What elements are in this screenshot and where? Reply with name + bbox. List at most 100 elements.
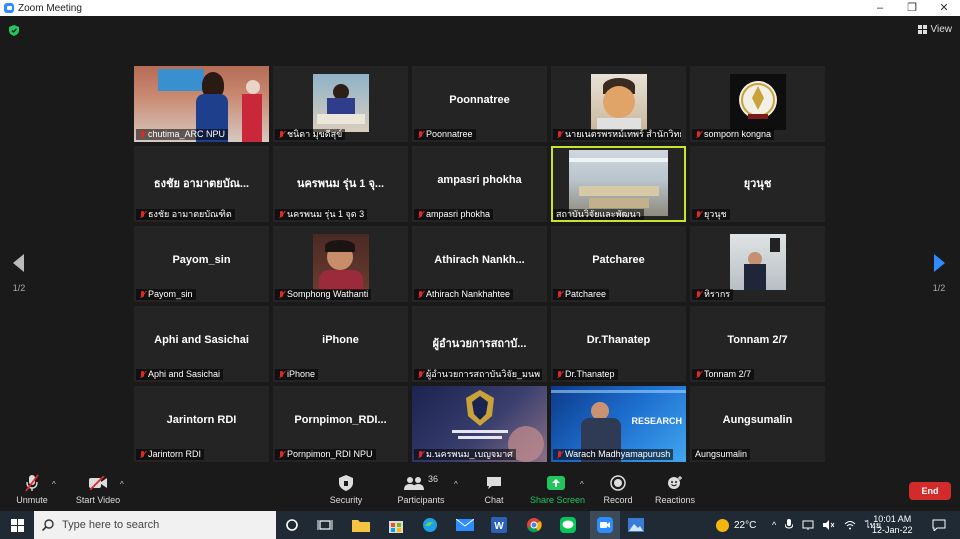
muted-mic-icon: [556, 290, 563, 299]
participant-tile[interactable]: ผู้อำนวยการสถาบั... ผู้อำนวยการสถาบันวิจ…: [412, 306, 547, 382]
grid-view-icon: [917, 25, 927, 34]
unmute-button[interactable]: Unmute: [14, 474, 50, 505]
chrome-app[interactable]: [524, 515, 544, 535]
crest-icon: [466, 390, 494, 426]
video-options-caret-icon[interactable]: ^: [120, 480, 124, 489]
participant-display-name: ผู้อำนวยการสถาบั...: [432, 338, 527, 350]
share-screen-button[interactable]: Share Screen: [530, 474, 585, 505]
task-view-icon: [317, 520, 333, 530]
taskbar-search-box[interactable]: Type here to search: [34, 511, 276, 539]
participant-display-name: Dr.Thanatep: [586, 334, 651, 346]
participant-display-name: ธงชัย อามาตยบัณ...: [153, 178, 250, 190]
weather-widget[interactable]: 22°C: [716, 511, 756, 539]
participant-tile[interactable]: Athirach Nankh... Athirach Nankhahtee: [412, 226, 547, 302]
view-button[interactable]: View: [917, 24, 952, 35]
participant-tile[interactable]: Poonnatree Poonnatree: [412, 66, 547, 142]
participant-tile[interactable]: Aphi and Sasichai Aphi and Sasichai: [134, 306, 269, 382]
edge-app[interactable]: [420, 515, 440, 535]
edge-browser-icon: [423, 518, 437, 532]
participant-tile[interactable]: chutima_ARC NPU: [134, 66, 269, 142]
active-speaker-tile[interactable]: สถาบันวิจัยและพัฒนา: [551, 146, 686, 222]
clock[interactable]: 10:01 AM 12-Jan-22: [872, 511, 913, 539]
chevron-right-icon: [934, 254, 945, 272]
security-button[interactable]: Security: [326, 474, 366, 505]
task-view-button[interactable]: [315, 515, 335, 535]
svg-text:W: W: [494, 521, 504, 532]
participant-tile[interactable]: Somphong Wathanti: [273, 226, 408, 302]
participant-label: Warach Madhyamapurush: [553, 449, 674, 460]
prev-page-button[interactable]: 1/2: [7, 254, 31, 293]
muted-mic-icon: [695, 290, 702, 299]
participant-tile[interactable]: ampasri phokha ampasri phokha: [412, 146, 547, 222]
participants-caret-icon[interactable]: ^: [454, 480, 458, 489]
participant-tile[interactable]: Patcharee Patcharee: [551, 226, 686, 302]
video-desk: [313, 74, 369, 132]
meeting-toolbar: Unmute ^ Start Video ^ Security 36 Parti…: [0, 470, 960, 511]
video-speaker: [730, 234, 786, 290]
tray-microphone-icon[interactable]: [785, 519, 794, 531]
participant-display-name: Athirach Nankh...: [434, 254, 525, 266]
participant-tile[interactable]: นครพนม รุ่น 1 จุ... นครพนม รุ่น 1 จุด 3: [273, 146, 408, 222]
muted-mic-icon: [139, 210, 146, 219]
temperature-text: 22°C: [734, 519, 757, 531]
start-video-button[interactable]: Start Video: [74, 474, 122, 505]
encryption-shield-icon[interactable]: [9, 25, 19, 36]
participant-tile[interactable]: Pornpimon_RDI... Pornpimon_RDI NPU: [273, 386, 408, 462]
file-explorer-app[interactable]: [351, 515, 371, 535]
participant-tile[interactable]: somporn kongna: [690, 66, 825, 142]
store-app[interactable]: [386, 515, 406, 535]
participants-icon: [403, 477, 424, 490]
mail-app[interactable]: [455, 515, 475, 535]
participant-tile[interactable]: Jarintorn RDI Jarintorn RDI: [134, 386, 269, 462]
muted-mic-icon: [139, 290, 146, 299]
participant-tile[interactable]: Payom_sin Payom_sin: [134, 226, 269, 302]
muted-mic-icon: [695, 210, 702, 219]
show-hidden-icons-caret-icon[interactable]: ^: [772, 520, 776, 530]
participant-tile[interactable]: ชนิดา มุขดีสุข์: [273, 66, 408, 142]
participant-tile[interactable]: ธงชัย อามาตยบัณ... ธงชัย อามาตยบัณฑิต: [134, 146, 269, 222]
participant-label: Patcharee: [553, 289, 610, 300]
windows-taskbar: Type here to search W 22°C ^ ไทย 10:01 A…: [0, 511, 960, 539]
speaker-muted-icon[interactable]: [823, 520, 835, 530]
muted-mic-icon: [556, 130, 563, 139]
word-app[interactable]: W: [489, 515, 509, 535]
line-app[interactable]: [558, 515, 578, 535]
participant-tile[interactable]: ยุวนุช ยุวนุช: [690, 146, 825, 222]
participant-tile[interactable]: Tonnam 2/7 Tonnam 2/7: [690, 306, 825, 382]
network-icon[interactable]: [802, 520, 814, 530]
next-page-button[interactable]: 1/2: [927, 254, 951, 293]
muted-mic-icon: [139, 370, 146, 379]
zoom-taskbar-app[interactable]: [590, 511, 620, 539]
participants-button[interactable]: 36 Participants: [396, 474, 446, 505]
participant-tile[interactable]: นายเนตรพรหม์เทพร์ สำนักวิทยบ...: [551, 66, 686, 142]
video-conference-room: [569, 150, 668, 216]
video-camera-off-icon: [89, 476, 107, 490]
share-caret-icon[interactable]: ^: [580, 480, 584, 489]
audio-options-caret-icon[interactable]: ^: [52, 480, 56, 489]
participant-tile[interactable]: Dr.Thanatep Dr.Thanatep: [551, 306, 686, 382]
muted-mic-icon: [278, 290, 285, 299]
participant-display-name: Patcharee: [592, 254, 645, 266]
end-meeting-button[interactable]: End: [909, 482, 951, 500]
participant-tile[interactable]: ม.นครพนม_เบญจมาศ: [412, 386, 547, 462]
muted-mic-icon: [556, 450, 563, 459]
minimize-button[interactable]: –: [864, 0, 896, 16]
participant-tile[interactable]: Aungsumalin Aungsumalin: [690, 386, 825, 462]
wifi-icon[interactable]: [844, 520, 856, 530]
notification-center-button[interactable]: [929, 515, 949, 535]
participant-tile[interactable]: หิรากร: [690, 226, 825, 302]
participant-tile[interactable]: iPhone iPhone: [273, 306, 408, 382]
maximize-button[interactable]: ❐: [896, 0, 928, 16]
participant-tile[interactable]: RESEARCH Warach Madhyamapurush: [551, 386, 686, 462]
cortana-button[interactable]: [282, 515, 302, 535]
participant-label: Payom_sin: [136, 289, 196, 300]
photos-app[interactable]: [626, 515, 646, 535]
participant-label: ชนิดา มุขดีสุข์: [275, 129, 346, 140]
chat-button[interactable]: Chat: [478, 474, 510, 505]
close-button[interactable]: ✕: [928, 0, 960, 16]
windows-start-button[interactable]: [7, 515, 27, 535]
reactions-button[interactable]: Reactions: [652, 474, 698, 505]
chevron-left-icon: [13, 254, 24, 272]
participant-label: สถาบันวิจัยและพัฒนา: [553, 209, 644, 220]
record-button[interactable]: Record: [600, 474, 636, 505]
